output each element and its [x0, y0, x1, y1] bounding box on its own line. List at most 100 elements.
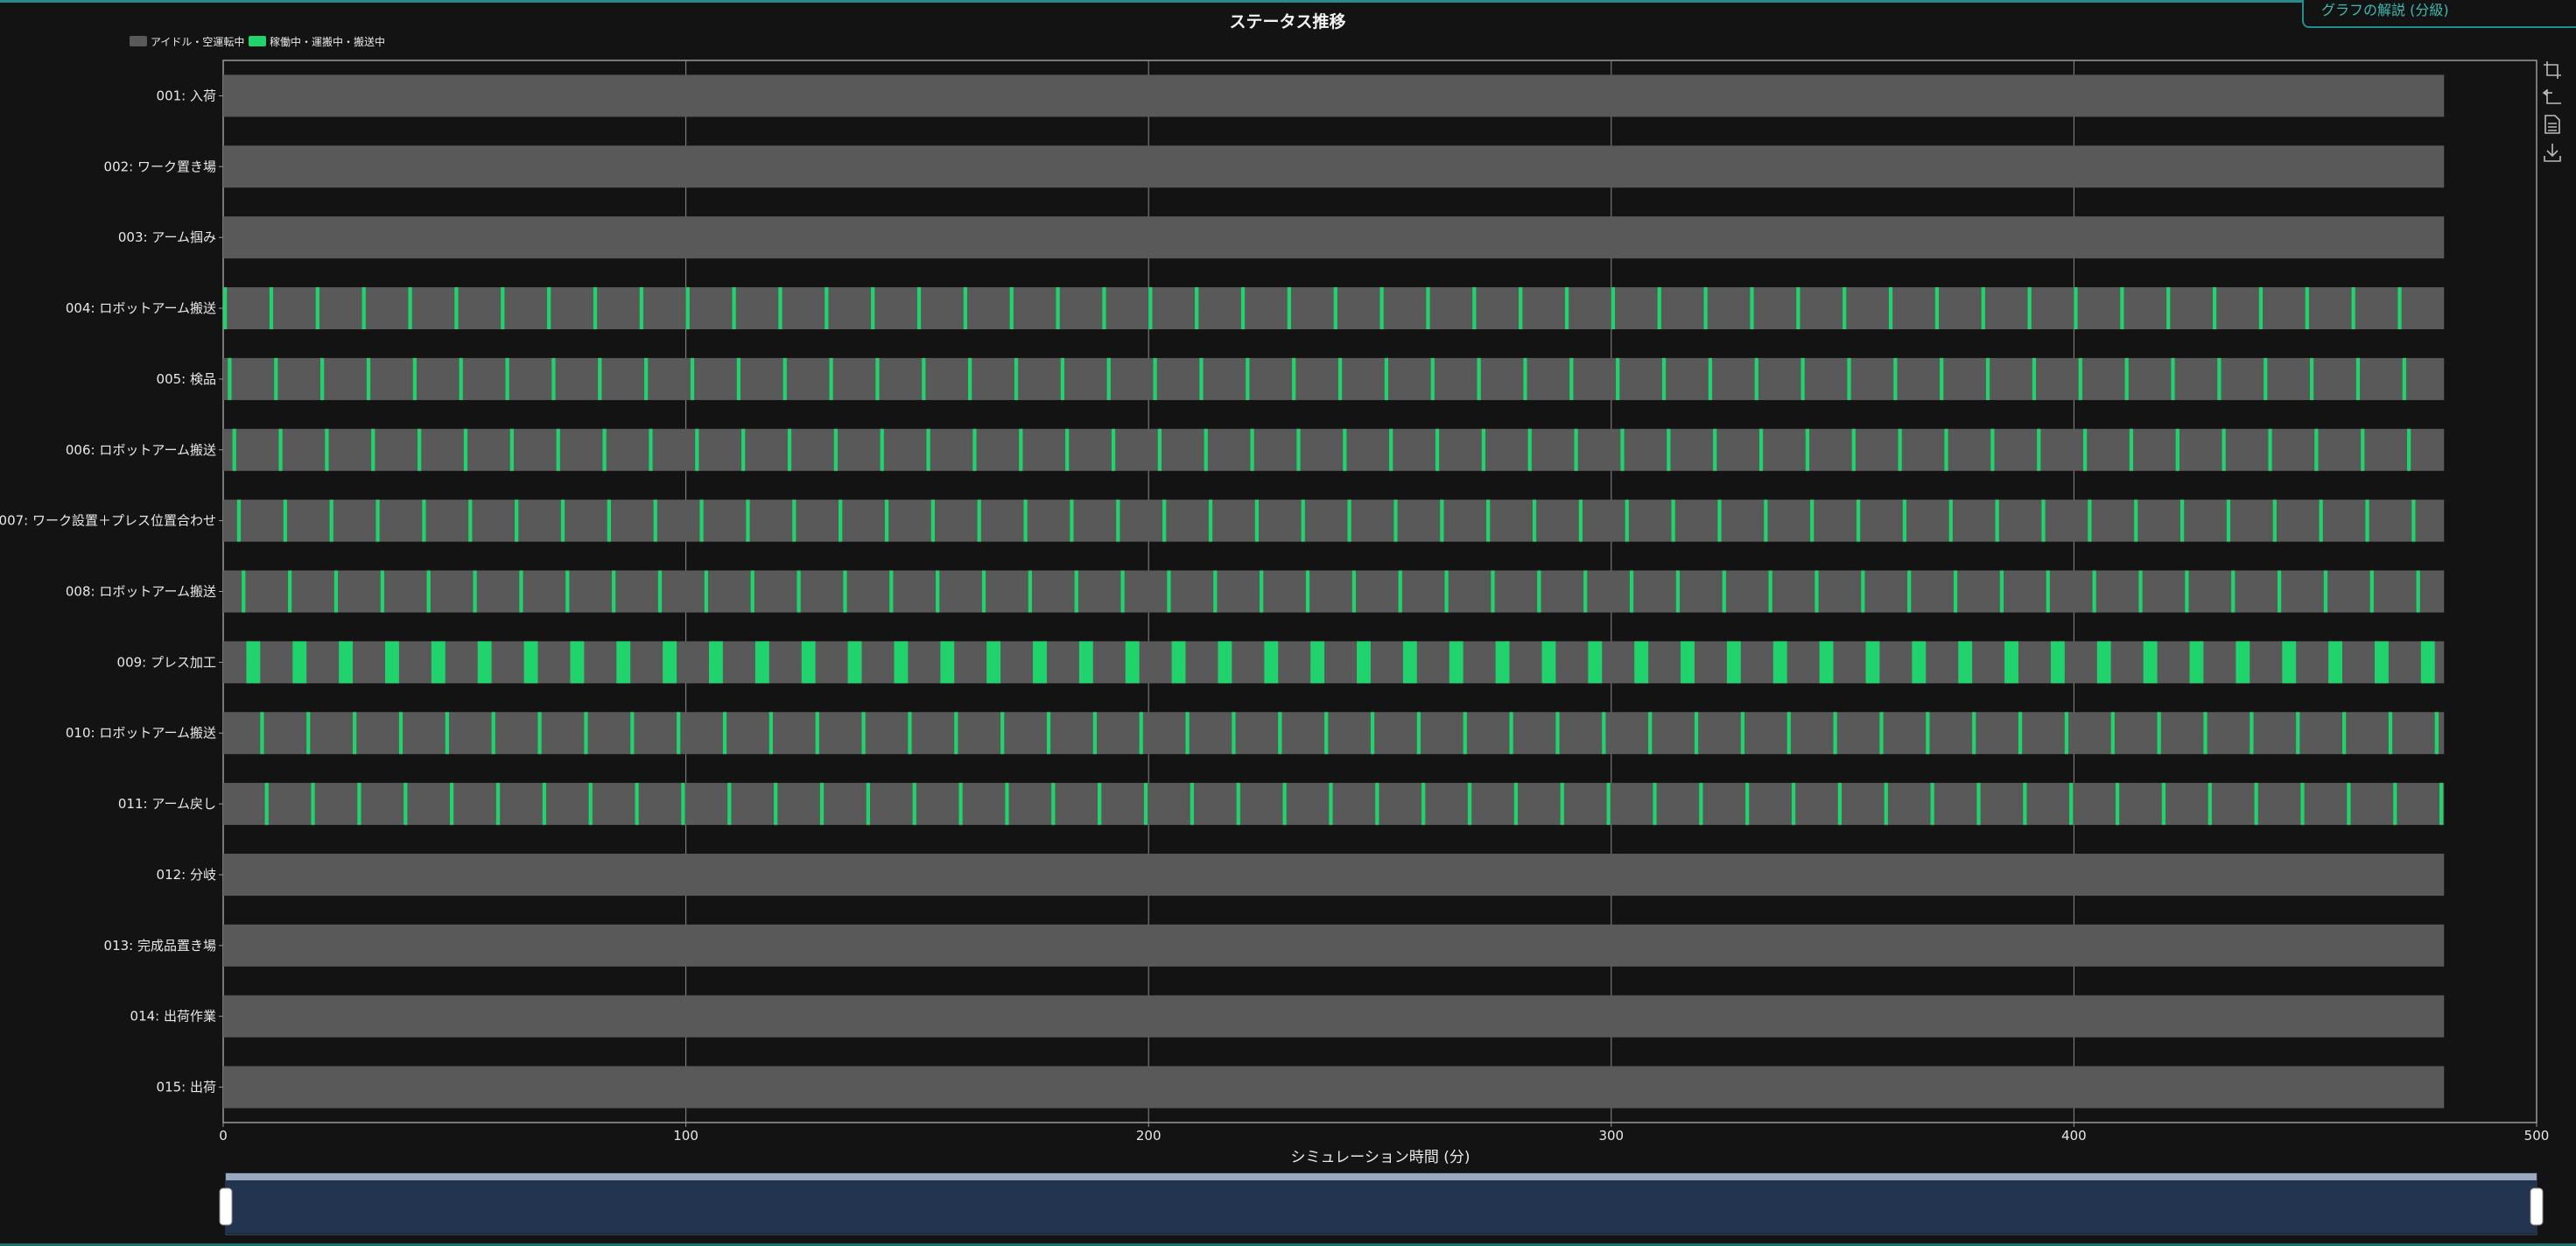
- active-segment: [2004, 641, 2018, 684]
- active-segment: [972, 428, 977, 471]
- active-segment: [2393, 783, 2397, 826]
- row-label: 009: プレス加工: [117, 654, 216, 670]
- active-segment: [495, 783, 501, 826]
- active-segment: [1491, 570, 1495, 613]
- active-segment: [2420, 641, 2435, 684]
- idle-bar: [223, 995, 2445, 1038]
- active-segment: [366, 357, 371, 400]
- zoom-slider-handle-right[interactable]: [2530, 1187, 2544, 1226]
- row-label: 003: アーム掴み: [118, 229, 216, 245]
- active-segment: [1120, 570, 1125, 613]
- active-segment: [1014, 357, 1019, 400]
- active-segment: [223, 287, 228, 330]
- active-segment: [1472, 287, 1477, 330]
- active-segment: [2258, 287, 2264, 330]
- active-segment: [1213, 570, 1218, 613]
- active-segment: [1440, 499, 1444, 542]
- chart-toolbar: [2542, 61, 2561, 162]
- active-segment: [2411, 499, 2416, 542]
- active-segment: [2110, 712, 2115, 755]
- active-segment: [1657, 287, 1661, 330]
- row-label: 001: 入荷: [157, 88, 216, 103]
- active-segment: [1495, 641, 1510, 684]
- active-segment: [981, 570, 986, 613]
- active-segment: [509, 428, 514, 471]
- active-segment: [1555, 712, 1560, 755]
- active-segment: [2050, 641, 2065, 684]
- active-segment: [473, 570, 477, 613]
- active-segment: [1847, 357, 1851, 400]
- idle-bar: [223, 357, 2445, 400]
- active-segment: [468, 499, 473, 542]
- active-segment: [1310, 641, 1325, 684]
- active-segment: [232, 428, 236, 471]
- active-segment: [630, 712, 635, 755]
- help-panel[interactable]: グラフの解説 (分級): [2302, 0, 2576, 28]
- zoom-slider-selection[interactable]: [226, 1180, 2537, 1233]
- active-segment: [2355, 357, 2361, 400]
- row-label: 002: ワーク置き場: [104, 158, 216, 174]
- idle-bar: [223, 74, 2445, 117]
- active-segment: [1033, 641, 1047, 684]
- idle-bar: [223, 783, 2445, 826]
- active-segment: [560, 499, 565, 542]
- legend[interactable]: アイドル・空運転中 稼働中・運搬中・搬送中: [130, 35, 385, 48]
- active-segment: [2305, 287, 2309, 330]
- active-segment: [477, 641, 492, 684]
- active-segment: [1157, 428, 1162, 471]
- active-segment: [1435, 428, 1440, 471]
- row-label: 015: 出荷: [157, 1080, 216, 1095]
- active-segment: [1264, 641, 1279, 684]
- active-segment: [755, 641, 769, 684]
- idle-bar: [223, 570, 2445, 613]
- active-segment: [1056, 287, 1060, 330]
- active-segment: [1236, 783, 1240, 826]
- active-segment: [1930, 783, 1934, 826]
- active-segment: [1713, 428, 1717, 471]
- active-segment: [2175, 428, 2179, 471]
- active-segment: [783, 357, 787, 400]
- zoom-reset-icon[interactable]: [2542, 89, 2561, 104]
- row-label: 007: ワーク設置＋プレス位置合わせ: [0, 513, 216, 529]
- download-icon[interactable]: [2544, 144, 2561, 162]
- active-segment: [2365, 499, 2369, 542]
- active-segment: [1574, 428, 1578, 471]
- active-segment: [1519, 287, 1523, 330]
- active-segment: [1444, 570, 1449, 613]
- active-segment: [861, 712, 866, 755]
- active-segment: [1972, 712, 1976, 755]
- active-segment: [1153, 357, 1157, 400]
- active-segment: [2207, 783, 2212, 826]
- active-segment: [2236, 641, 2250, 684]
- active-segment: [1634, 641, 1649, 684]
- active-segment: [329, 499, 333, 542]
- active-segment: [2406, 428, 2411, 471]
- active-segment: [880, 428, 884, 471]
- active-segment: [1764, 499, 1768, 542]
- active-segment: [519, 570, 523, 613]
- active-segment: [1250, 428, 1254, 471]
- active-segment: [1513, 783, 1519, 826]
- active-segment: [727, 783, 732, 826]
- active-segment: [2096, 641, 2111, 684]
- active-segment: [930, 499, 935, 542]
- legend-label-idle: アイドル・空運転中: [151, 35, 244, 48]
- active-segment: [1926, 712, 1930, 755]
- zoom-slider[interactable]: [219, 1172, 2544, 1235]
- active-segment: [1070, 499, 1074, 542]
- zoom-icon[interactable]: [2544, 61, 2561, 79]
- active-segment: [1814, 570, 1819, 613]
- active-segment: [746, 499, 750, 542]
- active-segment: [2046, 570, 2050, 613]
- active-segment: [1199, 357, 1204, 400]
- active-segment: [2374, 641, 2389, 684]
- active-segment: [1051, 783, 1056, 826]
- active-segment: [1246, 357, 1250, 400]
- data-view-icon[interactable]: [2544, 115, 2560, 134]
- zoom-slider-handle-left[interactable]: [219, 1187, 233, 1226]
- active-segment: [1477, 357, 1481, 400]
- legend-label-active: 稼働中・運搬中・搬送中: [270, 35, 385, 48]
- active-segment: [431, 641, 446, 684]
- active-segment: [1190, 783, 1195, 826]
- active-segment: [376, 499, 380, 542]
